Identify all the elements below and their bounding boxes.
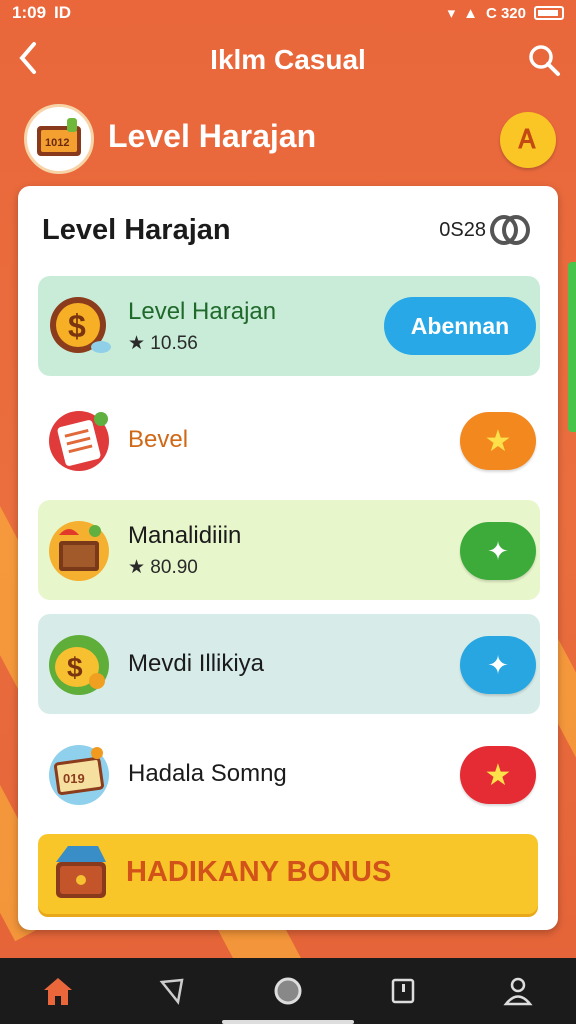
status-bar: 1:09 ID ▾ ▲ C 320 [0,0,576,26]
list-item-label: Manalidiiin [128,521,242,549]
bottom-nav [0,958,576,1024]
star-icon: ★ [484,424,512,458]
chevron-left-icon [19,42,36,74]
sparkle-icon: ✦ [487,649,509,680]
list-item[interactable]: $ Level Harajan ★ 10.56 Abennan [38,276,540,376]
game-header: 1012 Level Harajan Ꭺ [0,100,576,180]
list-item[interactable]: 019 Hadala Somng ★ [38,724,540,824]
nav-home[interactable] [36,969,80,1013]
nav-home-circle[interactable] [266,969,310,1013]
nav-back[interactable] [151,969,195,1013]
list-item-label: Hadala Somng [128,760,287,787]
list-item-value: ★ 10.56 [128,332,198,354]
scrollbar-handle[interactable] [568,262,576,432]
list-item[interactable]: Manalidiiin ★ 80.90 ✦ [38,500,540,600]
coin-button[interactable]: Ꭺ [500,112,556,168]
nav-profile[interactable] [496,969,540,1013]
sparkle-icon: ✦ [487,535,509,566]
search-icon [529,45,560,76]
signal-icon: ▲ [463,4,478,22]
app-bar: Iklm Casual [0,30,576,90]
list-item-text: Mevdi Illikiya [128,614,264,714]
sparkle-button[interactable]: ✦ [460,636,536,694]
svg-text:$: $ [67,652,83,683]
ticket-icon: 019 [44,738,116,810]
list-item-text: Level Harajan ★ 10.56 [128,276,276,376]
action-button[interactable]: Abennan [384,297,536,355]
card-header: Level Harajan 0S28 [42,208,534,252]
list-item-value: ★ 80.90 [128,556,198,578]
status-time: 1:09 [12,3,47,22]
recents-icon [391,978,415,1004]
list-item-text: Manalidiiin ★ 80.90 [128,500,241,600]
level-card: Level Harajan 0S28 $ Level Harajan ★ 10.… [18,186,558,930]
home-icon [43,978,72,1005]
star-button[interactable]: ★ [460,412,536,470]
battery-icon [534,6,564,20]
back-button[interactable] [14,40,48,80]
list-item-label: Bevel [128,426,189,453]
search-button[interactable] [526,42,562,78]
profile-icon [503,977,533,1006]
home-indicator[interactable] [222,1020,354,1024]
svg-text:1012: 1012 [45,137,69,149]
rings-icon [490,212,534,248]
list-item[interactable]: $ Mevdi Illikiya ✦ [38,614,540,714]
treasure-chest-icon [56,846,106,898]
coin-icon: Ꭺ [519,124,537,154]
sparkle-button[interactable]: ✦ [460,522,536,580]
list-item-label: Level Harajan [128,297,277,325]
back-triangle-icon [159,978,184,1005]
coin-sack-icon: $ [44,628,116,700]
game-title: Level Harajan [108,118,317,154]
star-icon: ★ [484,758,512,792]
game-logo: 1012 [24,104,94,174]
list-item-text: Hadala Somng [128,724,287,824]
svg-text:019: 019 [63,771,85,786]
money-bag-icon: $ [44,290,116,362]
list-item-label: Mevdi Illikiya [128,650,265,677]
counter-value: 0S28 [439,218,486,241]
status-badge: ID [54,3,72,22]
circle-icon [274,977,302,1005]
wifi-icon: ▾ [447,5,456,22]
svg-text:$: $ [68,308,86,344]
bonus-label: HADIKANY BONUS [126,856,392,888]
treasure-chest-icon: 1012 [37,118,81,156]
list-item-text: Bevel [128,390,188,490]
star-button[interactable]: ★ [460,746,536,804]
clipboard-icon [44,404,116,476]
treasure-box-icon [44,514,116,586]
app-title: Iklm Casual [210,44,366,75]
bonus-button[interactable]: HADIKANY BONUS [38,834,538,914]
list-item[interactable]: Bevel ★ [38,390,540,490]
status-right-text: C 320 [485,4,526,22]
nav-recents[interactable] [381,969,425,1013]
card-title: Level Harajan [42,213,231,246]
